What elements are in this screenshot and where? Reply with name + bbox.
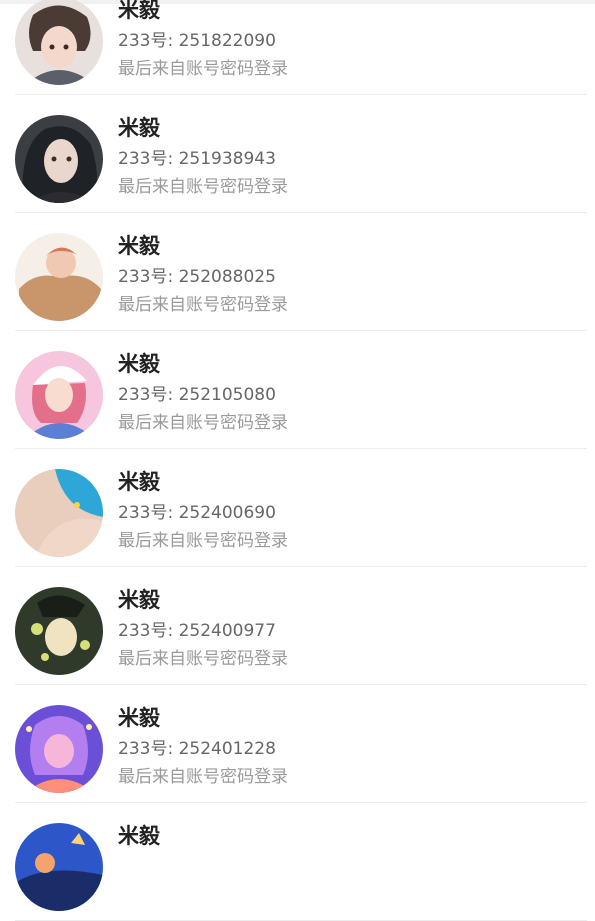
account-item[interactable]: 米毅 233号: 251938943 最后来自账号密码登录 <box>0 95 595 213</box>
login-method: 最后来自账号密码登录 <box>118 177 288 197</box>
account-item[interactable]: 米毅 <box>0 803 595 921</box>
avatar-brown-sweater-icon <box>15 233 103 321</box>
account-item[interactable]: 米毅 233号: 251822090 最后来自账号密码登录 <box>0 0 595 95</box>
account-name: 米毅 <box>118 706 160 730</box>
account-id: 233号: 251938943 <box>118 149 276 169</box>
account-name: 米毅 <box>118 0 160 22</box>
avatar <box>15 587 103 675</box>
account-item[interactable]: 米毅 233号: 252088025 最后来自账号密码登录 <box>0 213 595 331</box>
account-name: 米毅 <box>118 588 160 612</box>
account-name: 米毅 <box>118 470 160 494</box>
account-item[interactable]: 米毅 233号: 252401228 最后来自账号密码登录 <box>0 685 595 803</box>
login-method: 最后来自账号密码登录 <box>118 413 288 433</box>
avatar-purple-hair-icon <box>15 705 103 793</box>
login-method: 最后来自账号密码登录 <box>118 767 288 787</box>
avatar-blue-scene-icon <box>15 823 103 911</box>
avatar <box>15 233 103 321</box>
account-item[interactable]: 米毅 233号: 252105080 最后来自账号密码登录 <box>0 331 595 449</box>
avatar-pink-hair-cap-icon <box>15 351 103 439</box>
account-item[interactable]: 米毅 233号: 252400690 最后来自账号密码登录 <box>0 449 595 567</box>
avatar-black-hair-icon <box>15 115 103 203</box>
account-id: 233号: 252105080 <box>118 385 276 405</box>
account-name: 米毅 <box>118 352 160 376</box>
account-name: 米毅 <box>118 234 160 258</box>
avatar <box>15 705 103 793</box>
account-name: 米毅 <box>118 116 160 140</box>
login-method: 最后来自账号密码登录 <box>118 295 288 315</box>
login-method: 最后来自账号密码登录 <box>118 531 288 551</box>
avatar-dark-hair-icon <box>15 0 103 85</box>
account-id: 233号: 252400977 <box>118 621 276 641</box>
account-list: 米毅 233号: 251822090 最后来自账号密码登录 米毅 233号: 2… <box>0 0 595 921</box>
avatar <box>15 0 103 85</box>
account-name: 米毅 <box>118 824 160 848</box>
avatar <box>15 351 103 439</box>
account-id: 233号: 252400690 <box>118 503 276 523</box>
avatar-blue-hair-icon <box>15 469 103 557</box>
login-method: 最后来自账号密码登录 <box>118 649 288 669</box>
avatar <box>15 115 103 203</box>
avatar-green-glow-icon <box>15 587 103 675</box>
avatar <box>15 823 103 911</box>
account-id: 233号: 252401228 <box>118 739 276 759</box>
account-id: 233号: 252088025 <box>118 267 276 287</box>
account-id: 233号: 251822090 <box>118 31 276 51</box>
account-item[interactable]: 米毅 233号: 252400977 最后来自账号密码登录 <box>0 567 595 685</box>
login-method: 最后来自账号密码登录 <box>118 59 288 79</box>
avatar <box>15 469 103 557</box>
